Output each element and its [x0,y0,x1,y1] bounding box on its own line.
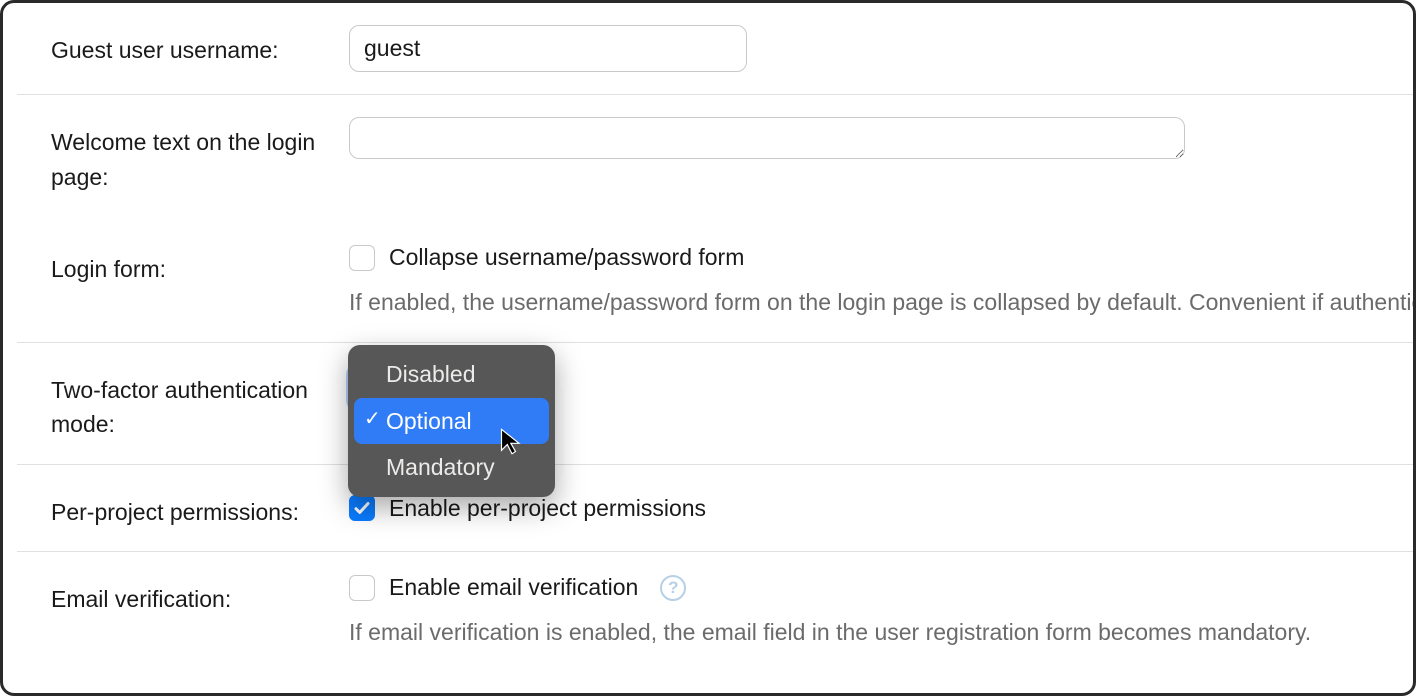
collapse-login-form-label: Collapse username/password form [389,244,744,271]
email-verification-checkbox[interactable] [349,575,375,601]
per-project-checkbox[interactable] [349,495,375,521]
label-welcome-text: Welcome text on the login page: [17,117,349,194]
label-email-verification: Email verification: [17,574,349,617]
row-guest-username: Guest user username: [17,3,1413,95]
collapse-login-form-line: Collapse username/password form [349,244,1416,271]
row-two-factor: Two-factor authentication mode: Optional… [17,343,1413,465]
login-form-help-text: If enabled, the username/password form o… [349,285,1416,320]
two-factor-dropdown: Disabled Optional Mandatory [348,345,555,497]
email-verification-help-text: If email verification is enabled, the em… [349,615,1413,650]
email-verification-label: Enable email verification [389,574,638,601]
guest-username-input[interactable] [349,25,747,72]
dropdown-option-mandatory[interactable]: Mandatory [354,444,549,491]
per-project-label: Enable per-project permissions [389,495,706,522]
dropdown-option-optional[interactable]: Optional [354,398,549,445]
email-verification-line: Enable email verification ? [349,574,1413,601]
label-two-factor: Two-factor authentication mode: [17,365,349,442]
check-icon [353,499,371,517]
welcome-text-textarea[interactable] [349,117,1185,159]
row-welcome-text: Welcome text on the login page: [17,95,1413,216]
label-login-form: Login form: [17,244,349,287]
row-login-form: Login form: Collapse username/password f… [17,216,1413,343]
label-guest-username: Guest user username: [17,25,349,68]
row-email-verification: Email verification: Enable email verific… [17,552,1413,672]
label-per-project: Per-project permissions: [17,487,349,530]
dropdown-option-disabled[interactable]: Disabled [354,351,549,398]
collapse-login-form-checkbox[interactable] [349,245,375,271]
row-per-project: Per-project permissions: Enable per-proj… [17,465,1413,553]
help-icon[interactable]: ? [660,575,686,601]
settings-panel: Guest user username: Welcome text on the… [0,0,1416,696]
settings-form: Guest user username: Welcome text on the… [3,3,1413,672]
